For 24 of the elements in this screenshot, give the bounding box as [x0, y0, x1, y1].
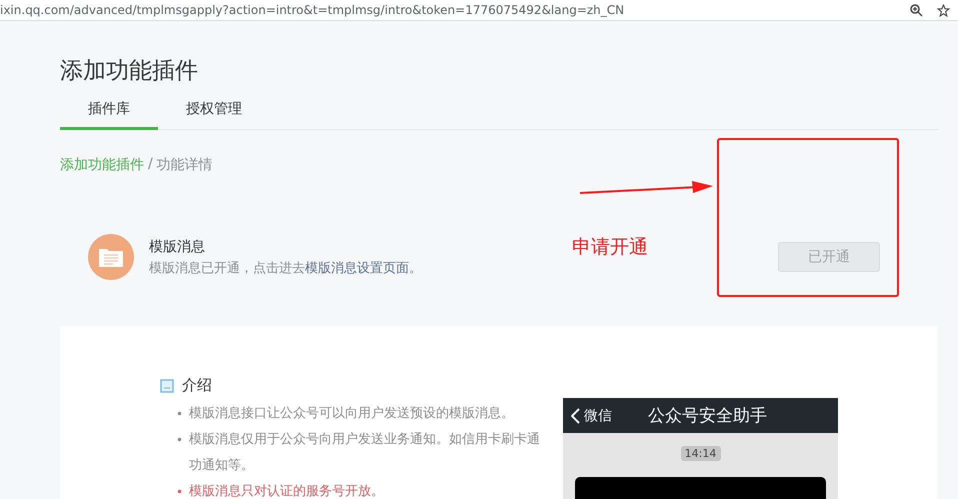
timestamp: 14:14 [680, 446, 720, 461]
tab[interactable]: 授权管理 [158, 100, 270, 130]
intro-text: 模版消息接口让公众号可以向用户发送预设的模版消息。 [189, 405, 514, 423]
plugin-description: 模版消息已开通，点击进去模版消息设置页面。 [149, 260, 422, 276]
back-icon [571, 408, 580, 424]
section-heading: 介绍 [182, 376, 212, 395]
document-icon [160, 378, 174, 392]
document-icon [88, 234, 134, 280]
breadcrumb-current: 功能详情 [156, 156, 213, 174]
zoom-icon[interactable] [910, 4, 923, 16]
tab[interactable]: 插件库 [60, 100, 158, 130]
bullet: • [176, 406, 184, 423]
intro-text: 模版消息仅用于公众号向用户发送业务通知。如信用卡刷卡通 功通知等。 [189, 431, 540, 475]
back-label: 微信 [584, 406, 612, 424]
warning-text: 模版消息只对认证的服务号开放。 [189, 483, 384, 499]
bullet: • [176, 432, 184, 449]
bullet: • [176, 484, 184, 499]
breadcrumb-separator: / [148, 156, 153, 174]
plugin-name: 模版消息 [149, 238, 206, 256]
star-icon[interactable] [937, 4, 950, 16]
annotation-text: 申请开通 [572, 235, 648, 260]
page-title: 添加功能插件 [60, 57, 199, 86]
chat-title: 公众号安全助手 [648, 405, 767, 427]
settings-link[interactable]: 模版消息设置页面 [305, 260, 409, 276]
